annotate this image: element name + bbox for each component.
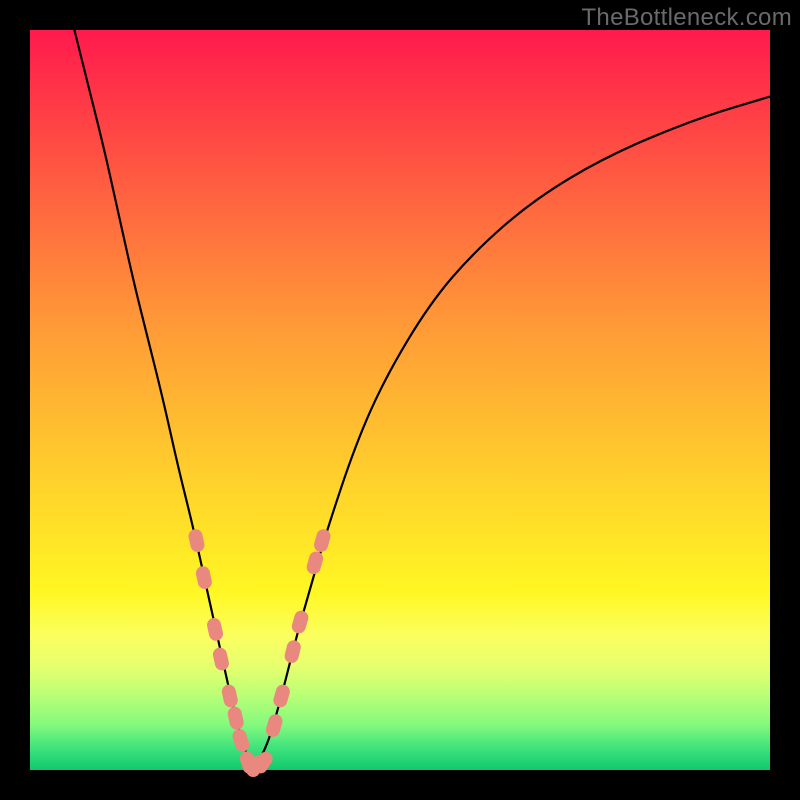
curve-marker [206,617,223,641]
plot-area [30,30,770,770]
curve-marker [272,684,291,709]
curve-marker [313,528,332,553]
bottleneck-curve [74,30,770,763]
curve-marker [221,684,238,708]
curve-marker [291,610,310,635]
curve-marker [188,528,205,552]
curve-marker [231,728,250,753]
curve-marker [227,706,244,730]
watermark-text: TheBottleneck.com [581,4,792,32]
curve-marker [195,565,212,589]
curve-marker [306,550,325,575]
chart-frame: TheBottleneck.com [0,0,800,800]
curve-layer [30,30,770,770]
curve-markers [188,528,332,779]
curve-marker [212,647,229,671]
curve-marker [265,713,284,738]
curve-marker [284,639,302,663]
